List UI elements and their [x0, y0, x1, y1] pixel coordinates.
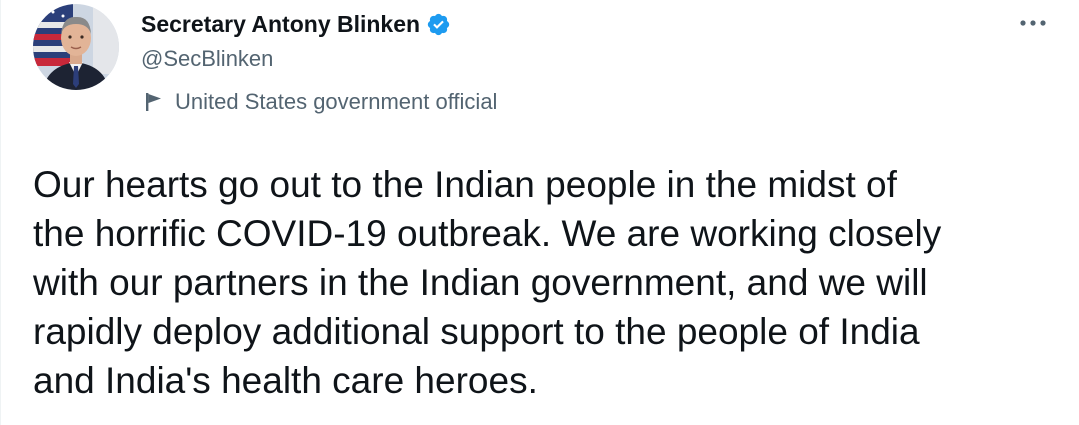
author-display-name[interactable]: Secretary Antony Blinken: [141, 11, 420, 38]
affiliation-label: United States government official: [144, 89, 497, 115]
author-name-row: Secretary Antony Blinken: [141, 9, 451, 39]
verified-badge-icon: [426, 12, 451, 37]
flag-icon: [144, 92, 164, 112]
author-avatar[interactable]: [33, 4, 119, 90]
avatar-image: [33, 4, 119, 90]
author-handle[interactable]: @SecBlinken: [141, 46, 273, 72]
tweet-card: Secretary Antony Blinken @SecBlinken Uni…: [0, 0, 1079, 425]
more-icon: [1020, 20, 1046, 26]
more-options-button[interactable]: [1013, 10, 1053, 36]
tweet-text: Our hearts go out to the Indian people i…: [33, 164, 942, 401]
affiliation-label-text: United States government official: [175, 89, 498, 114]
